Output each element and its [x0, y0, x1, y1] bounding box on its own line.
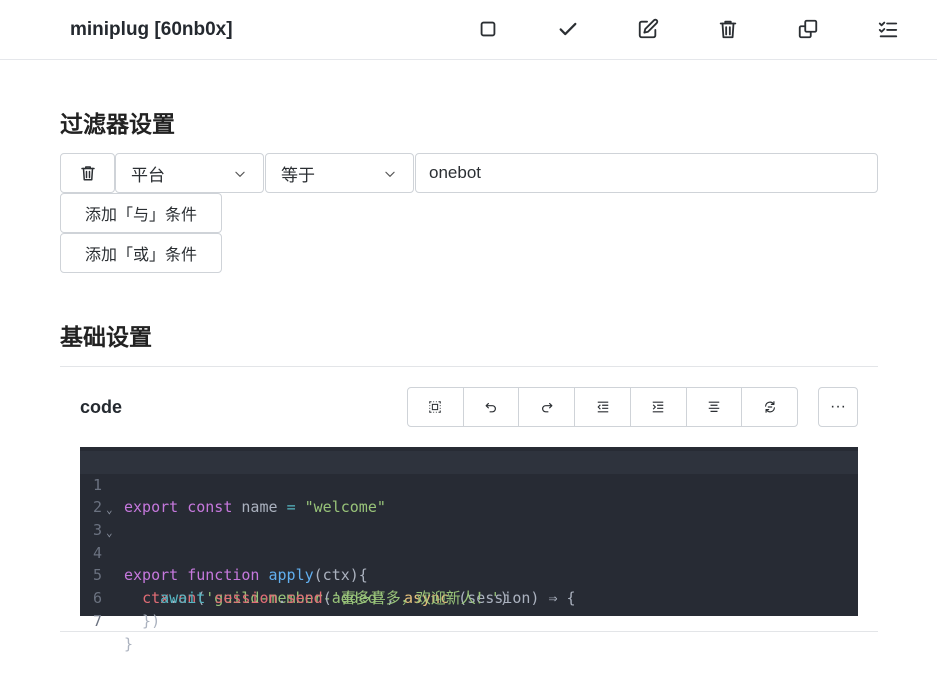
trash-icon [80, 166, 95, 181]
code-line: 6 }) [80, 564, 858, 630]
page-title: miniplug [60nb0x] [70, 19, 233, 40]
checklist-icon[interactable] [875, 16, 901, 42]
code-line: 5 await session.send('喜多喜多，欢迎新人！') [80, 542, 858, 607]
divider [60, 366, 878, 367]
trash-icon[interactable] [715, 16, 741, 42]
code-field-label: code [80, 397, 123, 417]
chevron-down-icon [235, 171, 245, 177]
replace-icon[interactable] [742, 388, 797, 426]
outdent-icon[interactable] [575, 388, 631, 426]
field-select-value: 平台 [131, 165, 165, 185]
more-options-button[interactable]: ··· [818, 387, 858, 427]
edit-icon[interactable] [635, 16, 661, 42]
field-select[interactable]: 平台 [115, 153, 264, 193]
indent-icon[interactable] [631, 388, 687, 426]
editor-toolbar [407, 387, 798, 427]
check-icon[interactable] [555, 16, 581, 42]
basic-section-title: 基础设置 [60, 324, 152, 350]
code-line: 4 ⌄ ctx.on('guild-member-added', async (… [80, 519, 858, 607]
top-bar: miniplug [60nb0x] [0, 0, 937, 60]
delete-condition-button[interactable] [60, 153, 115, 193]
copy-icon[interactable] [795, 16, 821, 42]
add-or-condition-button[interactable]: 添加「或」条件 [60, 233, 222, 273]
redo-icon[interactable] [519, 388, 576, 426]
code-line: 2 [80, 474, 858, 516]
format-icon[interactable] [687, 388, 743, 426]
filter-section-title: 过滤器设置 [60, 111, 175, 137]
add-and-condition-button[interactable]: 添加「与」条件 [60, 193, 222, 233]
line-number: 7 [92, 611, 102, 630]
square-icon[interactable] [475, 16, 501, 42]
code-line: 1 export const name = "welcome" [80, 451, 858, 516]
operator-select-value: 等于 [281, 165, 315, 185]
code-line-7: } [124, 634, 134, 653]
divider [60, 631, 878, 632]
code-line: 7 } [80, 587, 858, 653]
select-all-icon[interactable] [408, 388, 464, 426]
code-line-6: }) [124, 611, 161, 630]
chevron-down-icon [385, 171, 395, 177]
operator-select[interactable]: 等于 [265, 153, 414, 193]
condition-value-input[interactable]: onebot [415, 153, 878, 193]
code-editor[interactable]: 1 export const name = "welcome" 2 3 ⌄ ex… [80, 447, 858, 653]
code-line: 3 ⌄ export function apply(ctx){ [80, 496, 858, 584]
undo-icon[interactable] [464, 388, 520, 426]
